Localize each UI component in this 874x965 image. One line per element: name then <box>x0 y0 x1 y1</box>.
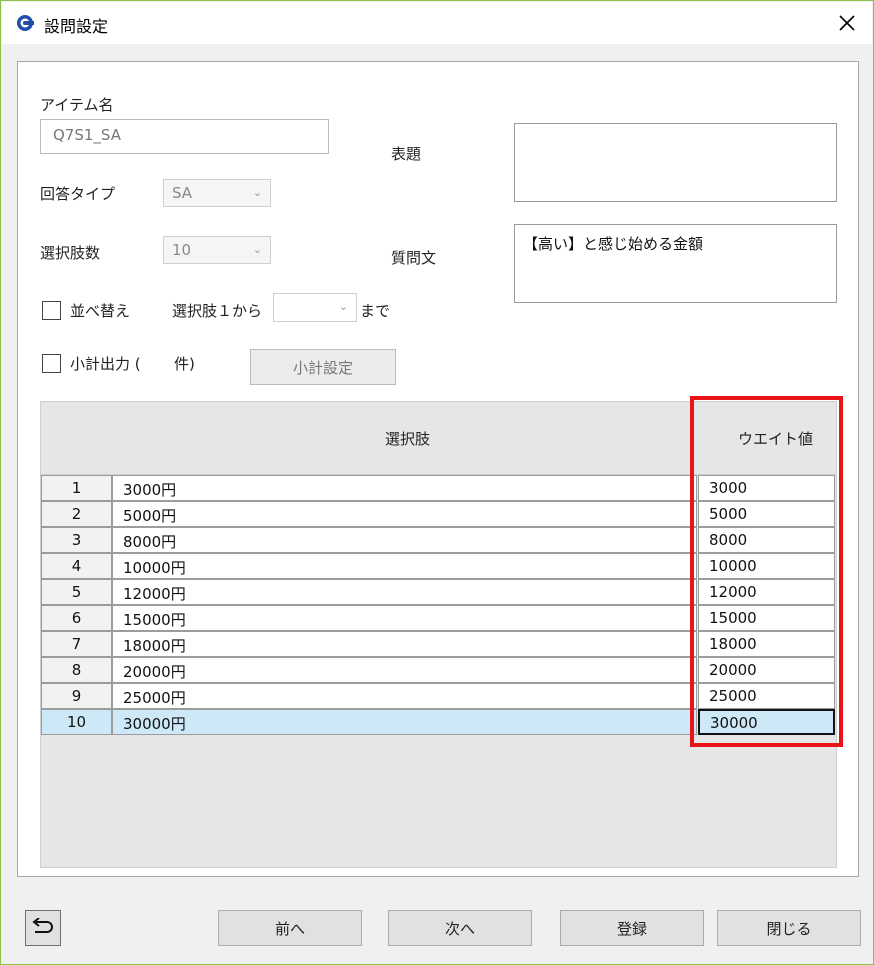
row-number: 8 <box>41 657 112 683</box>
sort-range-suffix: まで <box>360 302 391 320</box>
chevron-down-icon: ⌄ <box>338 300 348 313</box>
subtotal-label: 小計出力 ( <box>70 355 141 373</box>
table-row[interactable]: 2 5000円 5000 <box>41 501 838 527</box>
row-number: 7 <box>41 631 112 657</box>
weight-cell[interactable]: 3000 <box>698 475 835 501</box>
choice-cell[interactable]: 3000円 <box>112 475 697 501</box>
choice-cell[interactable]: 20000円 <box>112 657 697 683</box>
weight-cell[interactable]: 18000 <box>698 631 835 657</box>
choice-cell[interactable]: 10000円 <box>112 553 697 579</box>
grid-header: 選択肢 ウエイト値 <box>41 402 836 475</box>
next-button[interactable]: 次へ <box>388 910 532 946</box>
answer-type-select[interactable]: SA ⌄ <box>163 179 271 207</box>
row-number: 5 <box>41 579 112 605</box>
table-row[interactable]: 3 8000円 8000 <box>41 527 838 553</box>
table-row-selected[interactable]: 10 30000円 30000 <box>41 709 838 735</box>
close-button[interactable]: 閉じる <box>717 910 861 946</box>
window-title: 設問設定 <box>44 17 109 36</box>
heading-label: 表題 <box>391 145 422 163</box>
item-name-input[interactable]: Q7S1_SA <box>40 119 329 154</box>
undo-button[interactable] <box>25 910 61 946</box>
question-label: 質問文 <box>391 249 437 267</box>
weight-column-header: ウエイト値 <box>738 430 814 448</box>
register-button[interactable]: 登録 <box>560 910 704 946</box>
table-row[interactable]: 1 3000円 3000 <box>41 475 838 501</box>
choice-count-label: 選択肢数 <box>40 244 101 262</box>
row-number: 4 <box>41 553 112 579</box>
choice-cell[interactable]: 25000円 <box>112 683 697 709</box>
sort-range-select[interactable]: ⌄ <box>273 293 357 322</box>
sort-range-prefix: 選択肢１から <box>172 302 263 320</box>
weight-cell[interactable]: 12000 <box>698 579 835 605</box>
weight-cell[interactable]: 20000 <box>698 657 835 683</box>
dialog-window: 設問設定 アイテム名 Q7S1_SA 回答タイプ SA ⌄ 選択肢数 10 ⌄ … <box>0 0 874 965</box>
subtotal-settings-button[interactable]: 小計設定 <box>250 349 396 385</box>
answer-type-label: 回答タイプ <box>40 185 116 203</box>
sort-checkbox[interactable] <box>42 301 61 320</box>
table-row[interactable]: 4 10000円 10000 <box>41 553 838 579</box>
row-number: 1 <box>41 475 112 501</box>
row-number: 6 <box>41 605 112 631</box>
close-icon <box>839 15 855 31</box>
table-row[interactable]: 6 15000円 15000 <box>41 605 838 631</box>
sort-label: 並べ替え <box>70 302 131 320</box>
row-number: 3 <box>41 527 112 553</box>
weight-cell[interactable]: 5000 <box>698 501 835 527</box>
weight-cell[interactable]: 15000 <box>698 605 835 631</box>
row-number: 9 <box>41 683 112 709</box>
choice-cell[interactable]: 5000円 <box>112 501 697 527</box>
row-number: 2 <box>41 501 112 527</box>
chevron-down-icon: ⌄ <box>252 186 262 199</box>
chevron-down-icon: ⌄ <box>252 243 262 256</box>
choices-grid: 選択肢 ウエイト値 1 3000円 3000 2 5000円 5000 3 80… <box>40 401 837 868</box>
weight-cell[interactable]: 30000 <box>698 709 835 735</box>
weight-cell[interactable]: 8000 <box>698 527 835 553</box>
choice-cell[interactable]: 12000円 <box>112 579 697 605</box>
close-window-button[interactable] <box>830 6 864 40</box>
row-number: 10 <box>41 709 112 735</box>
settings-panel: アイテム名 Q7S1_SA 回答タイプ SA ⌄ 選択肢数 10 ⌄ 並べ替え … <box>17 61 859 877</box>
choice-count-value: 10 <box>172 241 192 259</box>
subtotal-count-suffix: 件) <box>174 355 195 373</box>
heading-textarea[interactable] <box>514 123 837 202</box>
title-bar: 設問設定 <box>2 2 872 44</box>
question-textarea[interactable]: 【高い】と感じ始める金額 <box>514 224 837 303</box>
undo-icon <box>32 918 53 933</box>
subtotal-checkbox[interactable] <box>42 354 61 373</box>
app-logo-icon <box>17 15 34 31</box>
weight-cell[interactable]: 10000 <box>698 553 835 579</box>
table-row[interactable]: 9 25000円 25000 <box>41 683 838 709</box>
weight-cell[interactable]: 25000 <box>698 683 835 709</box>
table-row[interactable]: 8 20000円 20000 <box>41 657 838 683</box>
item-name-label: アイテム名 <box>40 96 114 114</box>
answer-type-value: SA <box>172 184 193 202</box>
choice-column-header: 選択肢 <box>385 430 431 448</box>
choice-cell[interactable]: 18000円 <box>112 631 697 657</box>
table-row[interactable]: 5 12000円 12000 <box>41 579 838 605</box>
prev-button[interactable]: 前へ <box>218 910 362 946</box>
choice-cell[interactable]: 30000円 <box>112 709 697 735</box>
table-row[interactable]: 7 18000円 18000 <box>41 631 838 657</box>
choice-cell[interactable]: 8000円 <box>112 527 697 553</box>
choice-cell[interactable]: 15000円 <box>112 605 697 631</box>
choice-count-select[interactable]: 10 ⌄ <box>163 236 271 264</box>
